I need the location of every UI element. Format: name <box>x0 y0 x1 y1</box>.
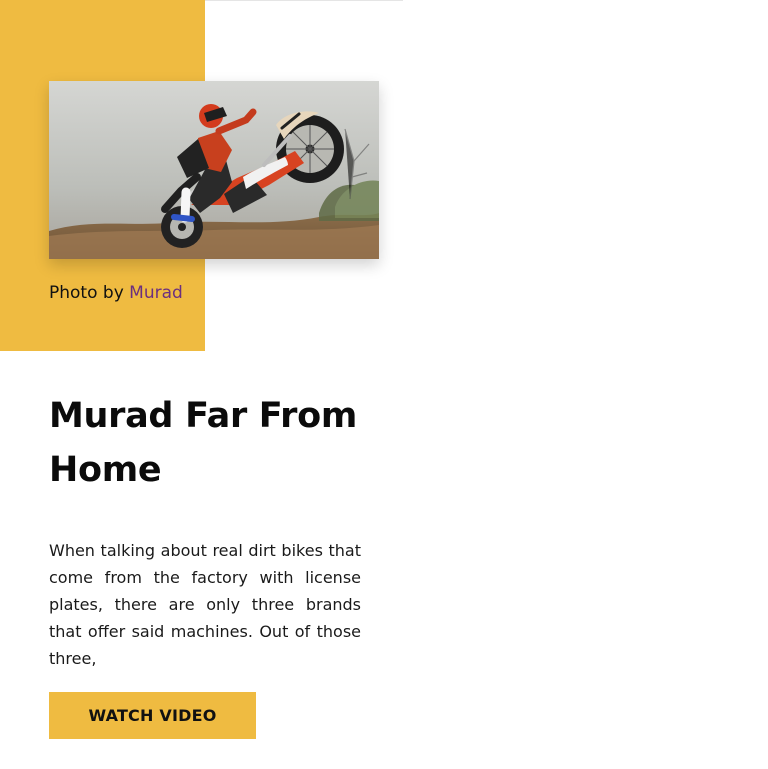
page: Photo by Murad Murad Far From Home When … <box>0 0 768 769</box>
article-excerpt: When talking about real dirt bikes that … <box>49 541 361 668</box>
dirt-bike-image <box>49 81 379 259</box>
photo-caption: Photo by Murad <box>49 282 183 304</box>
photo-credit-link[interactable]: Murad <box>129 283 183 303</box>
top-divider <box>205 0 403 1</box>
caption-prefix: Photo by <box>49 283 124 303</box>
hero-photo[interactable] <box>49 81 379 259</box>
watch-video-button[interactable]: WATCH VIDEO <box>49 692 256 739</box>
article-title: Murad Far From Home <box>49 396 358 490</box>
